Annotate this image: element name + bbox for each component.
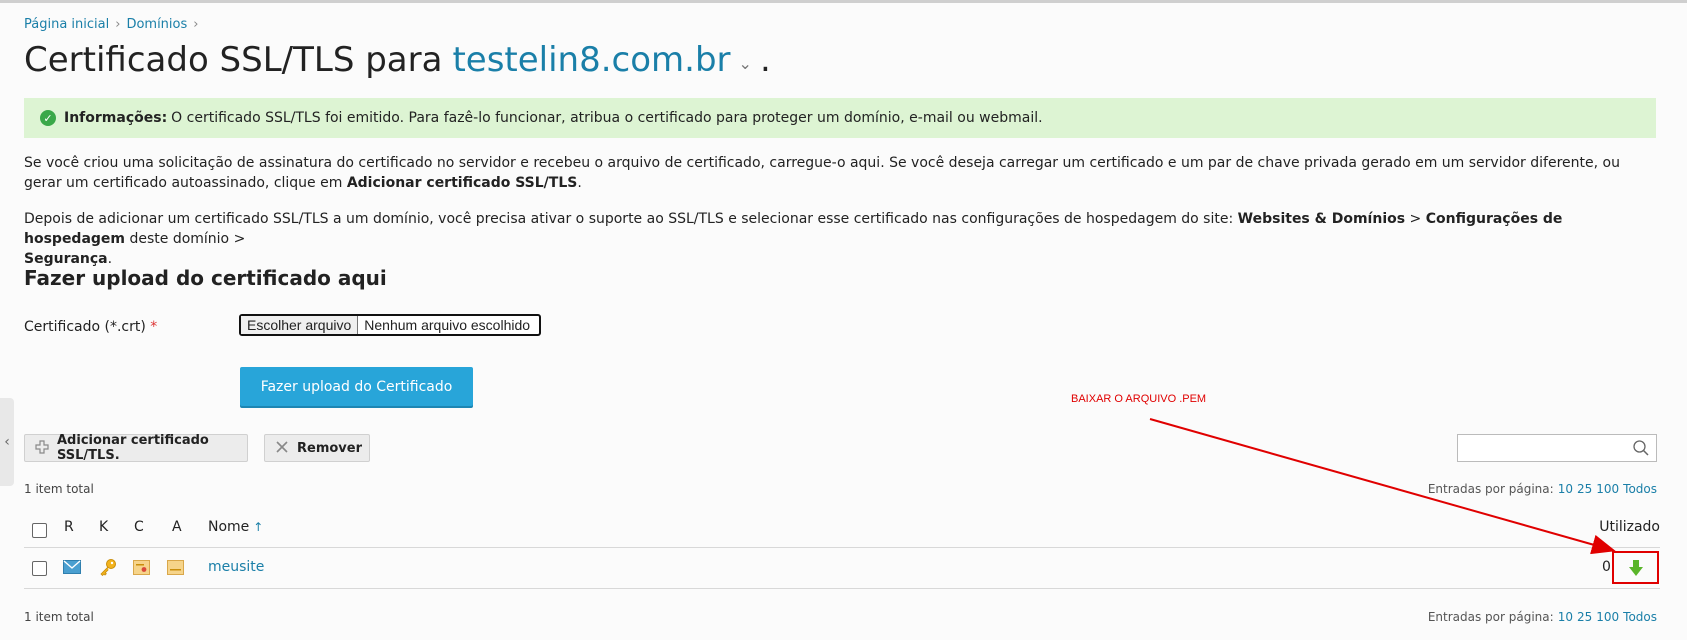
perpage-option[interactable]: 100 (1596, 610, 1619, 624)
upload-certificate-button[interactable]: Fazer upload do Certificado (240, 367, 473, 406)
table-row: meusite 0 (24, 548, 1660, 589)
breadcrumb: Página inicial › Domínios › (24, 17, 198, 32)
ca-certificate-icon (167, 560, 184, 579)
info-label: Informações: (64, 110, 168, 126)
row-checkbox[interactable] (32, 561, 47, 576)
key-icon (99, 558, 117, 580)
column-name[interactable]: Nome ↑ (208, 519, 263, 535)
description-paragraph-1: Se você criou uma solicitação de assinat… (24, 155, 1620, 191)
chevron-down-icon[interactable]: ⌄ (739, 54, 752, 73)
column-a[interactable]: A (172, 519, 182, 535)
chevron-right-icon: › (115, 17, 121, 32)
column-c[interactable]: C (134, 519, 144, 535)
plus-icon (35, 439, 49, 458)
breadcrumb-home[interactable]: Página inicial (24, 17, 109, 32)
close-icon (275, 439, 289, 458)
chevron-left-icon: ‹ (4, 434, 10, 450)
title-prefix: Certificado SSL/TLS para (24, 40, 443, 80)
choose-file-button[interactable]: Escolher arquivo (241, 316, 359, 334)
item-count-bottom: 1 item total (24, 610, 94, 624)
check-circle-icon: ✓ (40, 110, 56, 126)
chevron-right-icon: › (193, 17, 199, 32)
required-mark: * (150, 319, 158, 335)
entries-per-page: Entradas por página: 10 25 100 Todos (1427, 482, 1657, 496)
download-highlight (1612, 551, 1659, 584)
search-icon[interactable] (1632, 439, 1650, 457)
certificate-name-link[interactable]: meusite (208, 559, 264, 575)
info-message: ✓ Informações: O certificado SSL/TLS foi… (24, 98, 1656, 138)
add-cert-reference: Adicionar certificado SSL/TLS (346, 175, 578, 191)
certificate-label: Certificado (*.crt) * (24, 319, 158, 335)
remove-button[interactable]: Remover (264, 434, 370, 462)
certificate-file-input[interactable]: Escolher arquivo Nenhum arquivo escolhid… (239, 314, 541, 336)
breadcrumb-domains[interactable]: Domínios (126, 17, 187, 32)
column-r[interactable]: R (64, 519, 74, 535)
entries-per-page-bottom: Entradas por página: 10 25 100 Todos (1427, 610, 1657, 624)
item-count: 1 item total (24, 482, 94, 496)
certificate-icon (133, 560, 150, 579)
add-certificate-button[interactable]: Adicionar certificado SSL/TLS. (24, 433, 248, 463)
column-used[interactable]: Utilizado (1599, 519, 1660, 535)
title-suffix: . (759, 40, 771, 80)
description-paragraph-2: Depois de adicionar um certificado SSL/T… (24, 211, 1563, 267)
select-all-checkbox[interactable] (32, 523, 47, 538)
perpage-option[interactable]: 10 (1558, 482, 1573, 496)
search-field[interactable] (1457, 434, 1657, 462)
sort-ascending-icon: ↑ (253, 520, 264, 534)
download-icon[interactable] (1628, 559, 1644, 577)
page-title: Certificado SSL/TLS para testelin8.com.b… (24, 40, 771, 80)
search-input[interactable] (1462, 436, 1631, 462)
perpage-option[interactable]: 100 (1596, 482, 1619, 496)
perpage-option[interactable]: Todos (1623, 610, 1657, 624)
used-count: 0 (1602, 559, 1611, 575)
column-k[interactable]: K (99, 519, 108, 535)
table-header: R K C A Nome ↑ Utilizado (24, 513, 1660, 548)
mail-icon (63, 560, 81, 578)
perpage-option[interactable]: 10 (1558, 610, 1573, 624)
domain-selector[interactable]: testelin8.com.br (452, 40, 730, 80)
perpage-option[interactable]: 25 (1577, 610, 1592, 624)
annotation-label: BAIXAR O ARQUIVO .PEM (1071, 393, 1207, 405)
upload-section-title: Fazer upload do certificado aqui (24, 266, 387, 290)
file-status: Nenhum arquivo escolhido (364, 317, 531, 333)
top-border (0, 0, 1687, 3)
perpage-option[interactable]: 25 (1577, 482, 1592, 496)
sidebar-toggle[interactable]: ‹ (0, 398, 14, 486)
perpage-option[interactable]: Todos (1623, 482, 1657, 496)
info-text: O certificado SSL/TLS foi emitido. Para … (171, 110, 1043, 126)
